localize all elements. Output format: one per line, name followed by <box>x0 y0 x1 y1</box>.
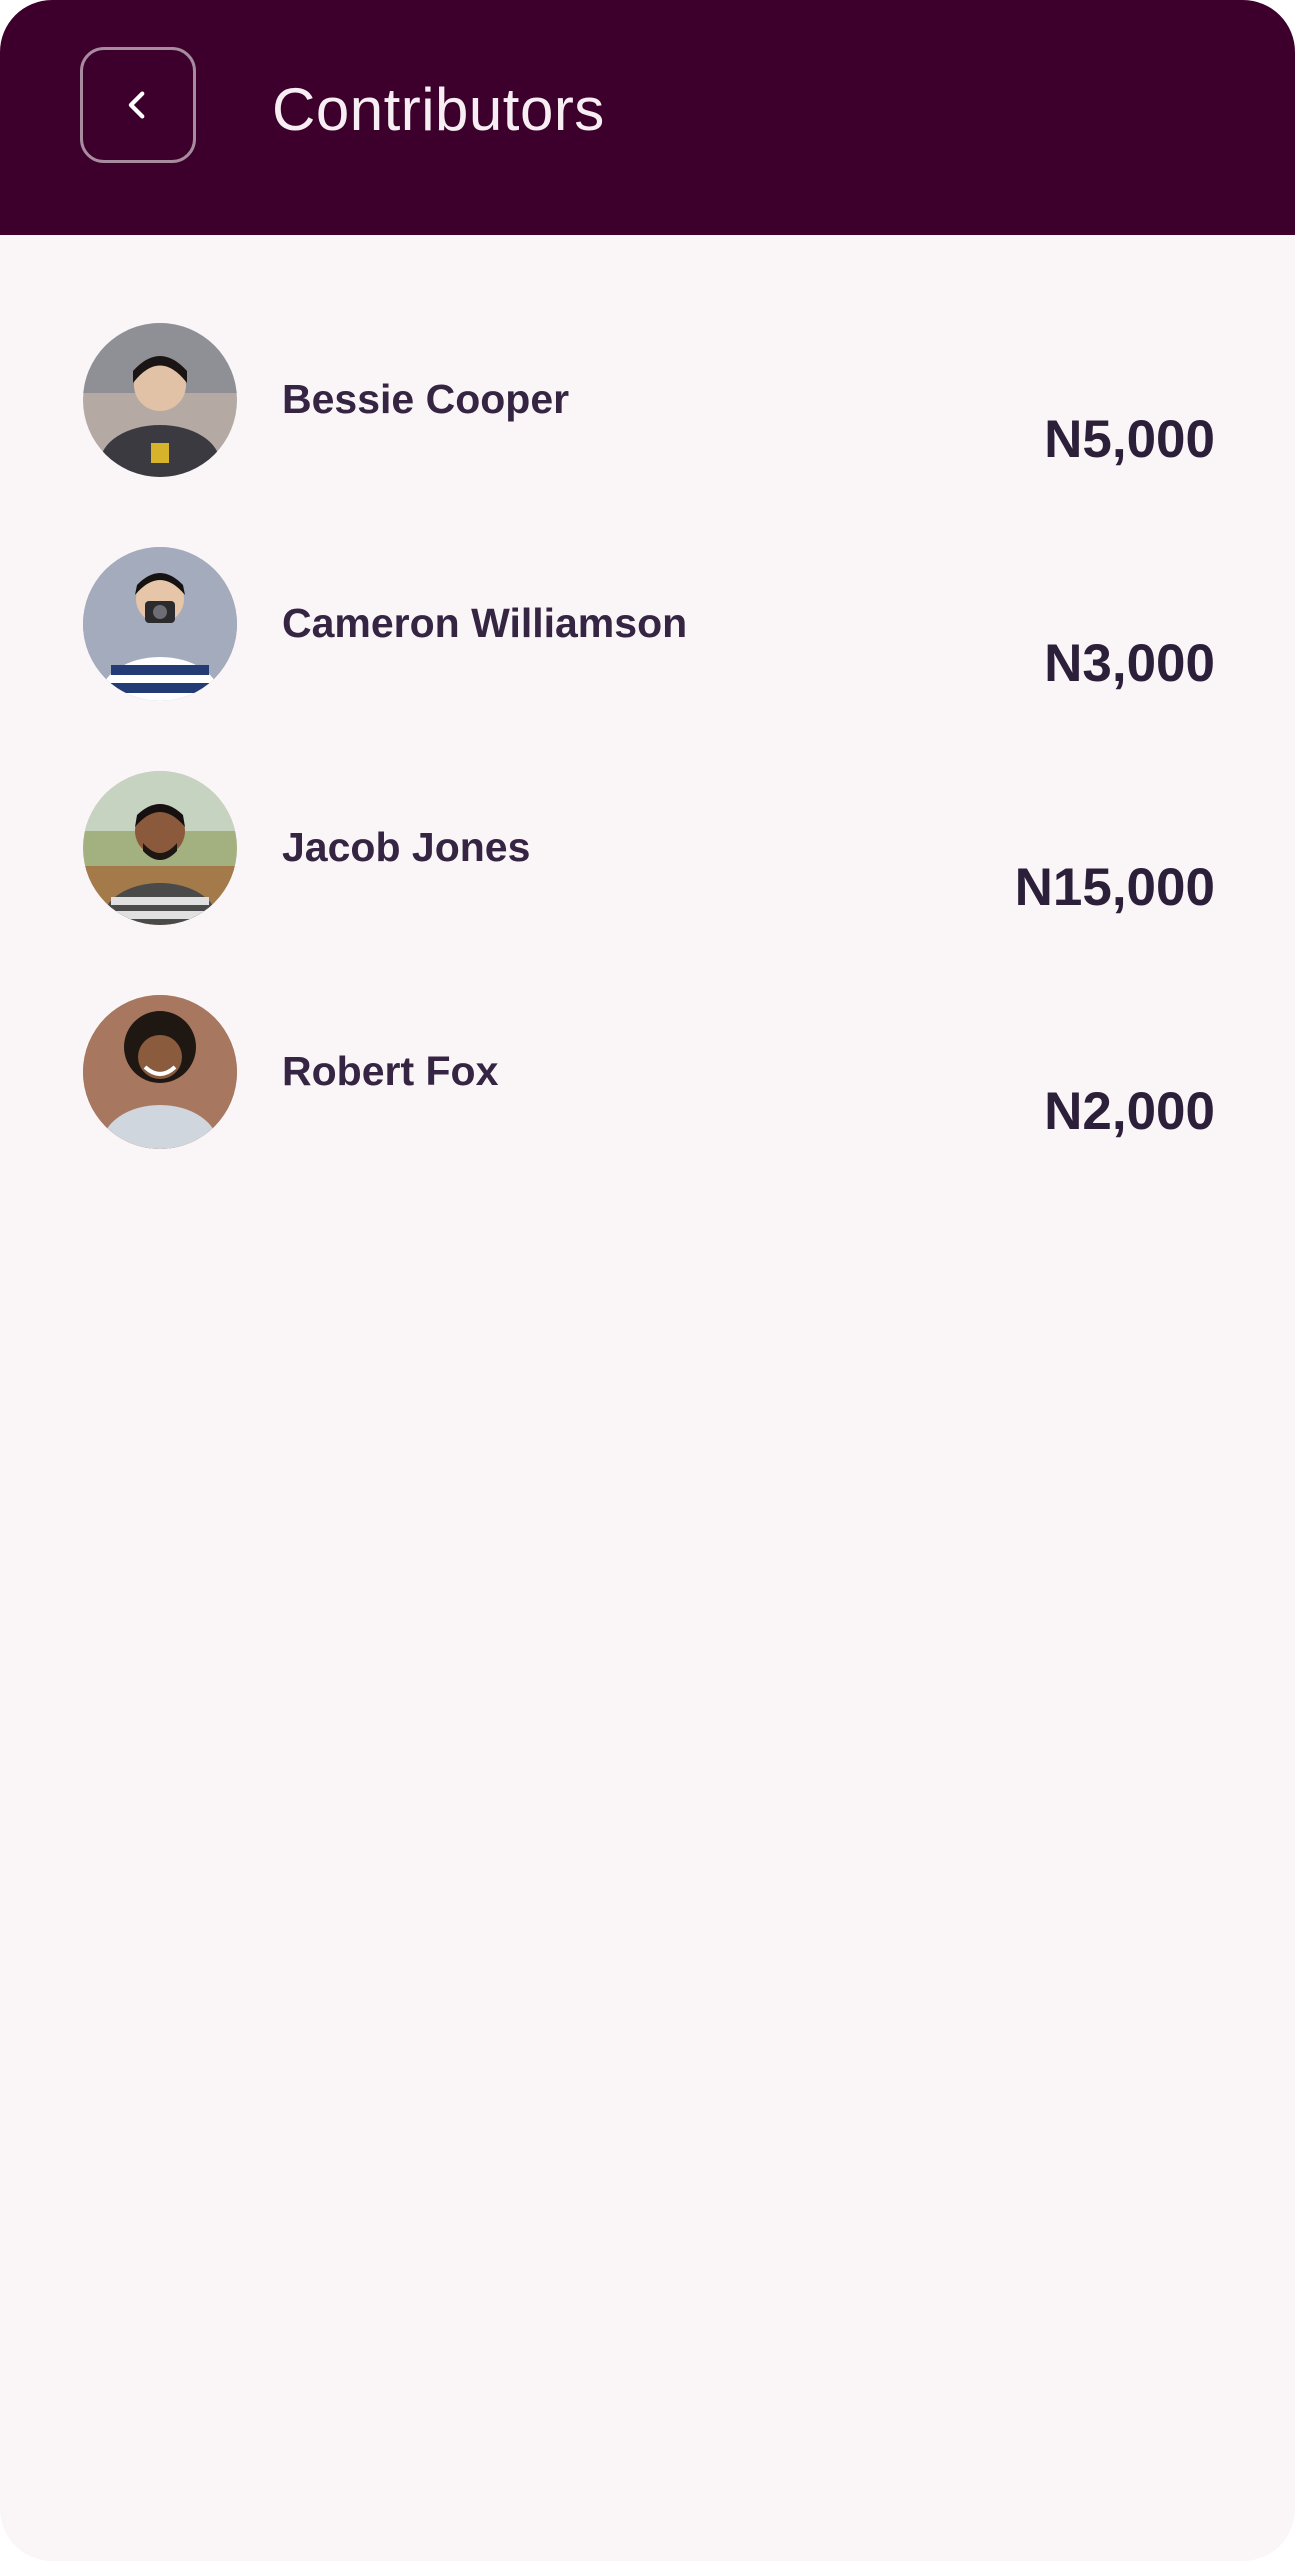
avatar <box>83 771 237 925</box>
contribution-amount: N15,000 <box>1014 858 1215 917</box>
contributor-name: Cameron Williamson <box>282 600 688 646</box>
header-bar: Contributors <box>0 0 1295 235</box>
avatar <box>83 995 237 1149</box>
contributor-name: Jacob Jones <box>282 824 531 870</box>
back-button[interactable] <box>80 47 196 163</box>
list-item[interactable]: Jacob Jones N15,000 <box>0 771 1295 995</box>
contributors-screen: Contributors Bessie Cooper N5,000 Camero… <box>0 0 1295 2561</box>
contribution-amount: N5,000 <box>1044 410 1215 469</box>
contributor-name: Bessie Cooper <box>282 376 570 422</box>
list-item[interactable]: Bessie Cooper N5,000 <box>0 323 1295 547</box>
avatar <box>83 547 237 701</box>
avatar-photo <box>83 995 237 1149</box>
contributors-list: Bessie Cooper N5,000 Cameron Williamson <box>0 235 1295 1219</box>
contributor-name: Robert Fox <box>282 1048 499 1094</box>
list-item[interactable]: Robert Fox N2,000 <box>0 995 1295 1219</box>
avatar-photo <box>83 323 237 477</box>
page-title: Contributors <box>272 76 605 143</box>
contribution-amount: N2,000 <box>1044 1082 1215 1141</box>
avatar-photo <box>83 771 237 925</box>
contribution-amount: N3,000 <box>1044 634 1215 693</box>
chevron-left-icon <box>128 91 145 119</box>
list-item[interactable]: Cameron Williamson N3,000 <box>0 547 1295 771</box>
avatar-photo <box>83 547 237 701</box>
avatar <box>83 323 237 477</box>
